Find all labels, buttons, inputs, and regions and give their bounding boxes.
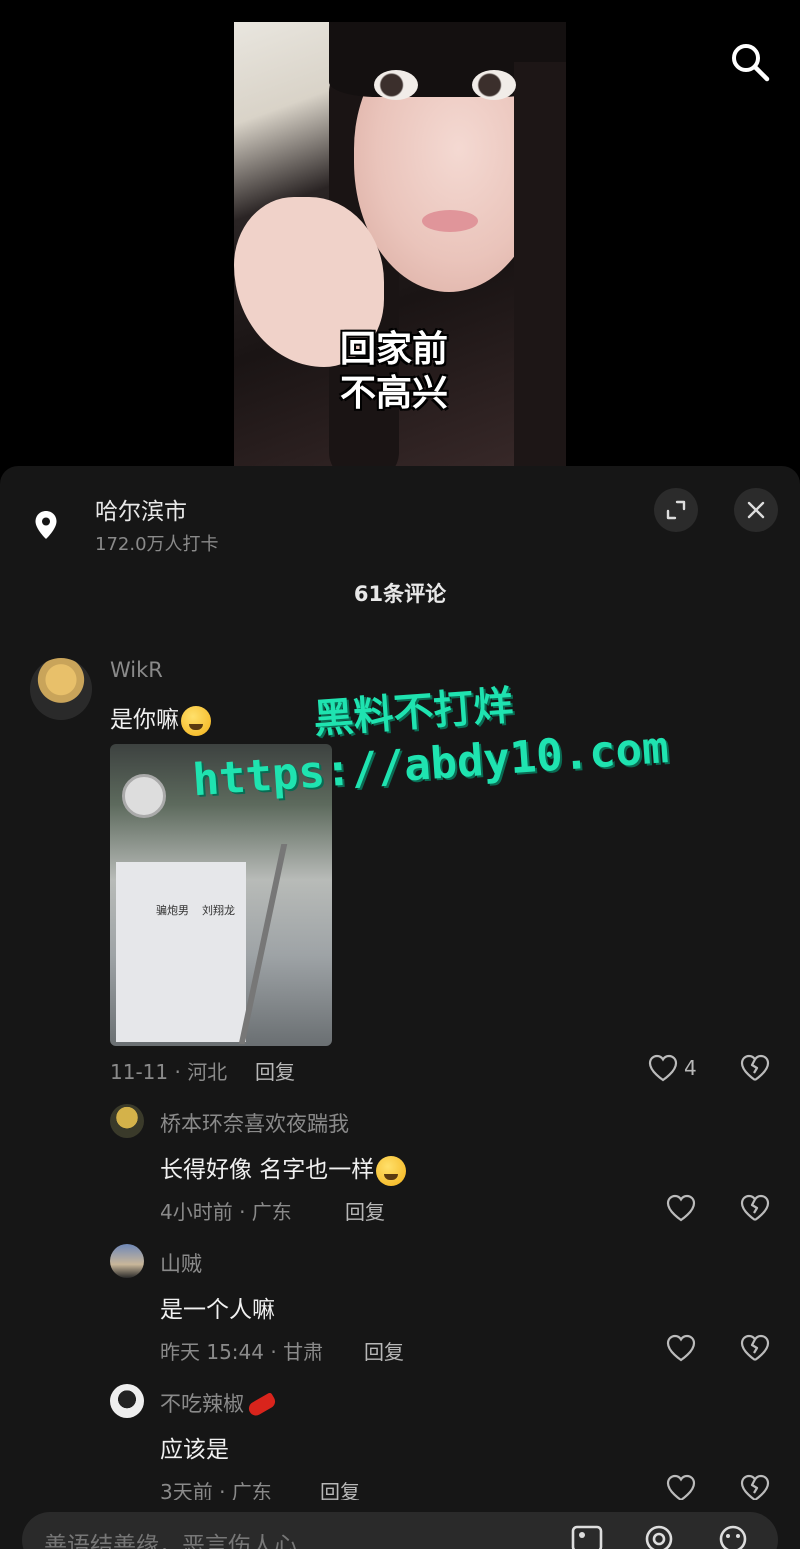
location-name[interactable]: 哈尔滨市	[95, 492, 187, 526]
laughing-emoji-icon	[376, 1155, 407, 1186]
video-frame[interactable]: 回家前 不高兴	[234, 22, 566, 470]
dislike-broken-heart-icon[interactable]	[740, 1194, 770, 1222]
reply-text: 是一个人嘛	[160, 1297, 275, 1323]
comment-text-content: 是你嘛	[110, 707, 179, 733]
close-icon	[747, 501, 765, 519]
reply-text-content: 长得好像 名字也一样	[160, 1157, 375, 1183]
comment-input-bar: 善语结善缘，恶言伤人心	[0, 1500, 800, 1549]
reply-username[interactable]: 桥本环奈喜欢夜踹我	[160, 1108, 349, 1138]
poster-shape: 骗炮男 刘翔龙	[116, 862, 246, 1042]
comment-count: 61条评论	[353, 582, 447, 606]
video-lips	[422, 210, 478, 232]
expand-icon	[666, 500, 686, 520]
like-heart-icon[interactable]	[666, 1474, 696, 1502]
comment-input[interactable]: 善语结善缘，恶言伤人心	[22, 1512, 778, 1549]
dislike-broken-heart-icon[interactable]	[740, 1474, 770, 1502]
reply-username[interactable]: 山贼	[160, 1248, 202, 1278]
like-heart-icon[interactable]	[648, 1054, 678, 1082]
avatar[interactable]	[30, 658, 92, 720]
reply-meta: 4小时前 · 广东	[160, 1200, 292, 1224]
reply-username-text: 不吃辣椒	[160, 1392, 244, 1416]
expand-button[interactable]	[654, 488, 698, 532]
video-caption: 回家前 不高兴	[294, 328, 494, 416]
emoji-picker-icon[interactable]	[716, 1524, 750, 1549]
comment-input-placeholder: 善语结善缘，恶言伤人心	[44, 1533, 297, 1549]
reply-username[interactable]: 不吃辣椒	[160, 1388, 278, 1419]
reply-text: 长得好像 名字也一样	[160, 1150, 407, 1186]
rail-shape	[238, 844, 288, 1044]
image-label: 刘翔龙	[202, 904, 235, 917]
comment-meta: 11-11 · 河北	[110, 1060, 228, 1084]
close-button[interactable]	[734, 488, 778, 532]
avatar[interactable]	[110, 1104, 144, 1138]
video-eye-left	[374, 70, 418, 100]
location-pin-icon	[34, 510, 58, 540]
like-count: 4	[684, 1056, 697, 1080]
reply-meta: 昨天 15:44 · 甘肃	[160, 1340, 324, 1364]
megaphone-shape	[122, 774, 166, 818]
avatar[interactable]	[110, 1384, 144, 1418]
search-icon[interactable]	[726, 38, 774, 86]
reply-text: 应该是	[160, 1437, 229, 1463]
dislike-broken-heart-icon[interactable]	[740, 1054, 770, 1082]
avatar[interactable]	[110, 1244, 144, 1278]
reply-button[interactable]: 回复	[364, 1336, 404, 1365]
like-heart-icon[interactable]	[666, 1334, 696, 1362]
image-label: 骗炮男	[156, 904, 189, 917]
video-hair-right	[514, 62, 566, 470]
comment-username[interactable]: WikR	[110, 658, 163, 682]
image-icon[interactable]	[570, 1524, 604, 1549]
mention-icon[interactable]	[642, 1524, 676, 1549]
video-caption-line1: 回家前	[339, 329, 448, 370]
video-eye-right	[472, 70, 516, 100]
chili-emoji-icon	[246, 1391, 278, 1419]
like-heart-icon[interactable]	[666, 1194, 696, 1222]
location-checkins: 172.0万人打卡	[95, 534, 219, 555]
reply-button[interactable]: 回复	[345, 1196, 385, 1225]
dislike-broken-heart-icon[interactable]	[740, 1334, 770, 1362]
reply-button[interactable]: 回复	[255, 1056, 295, 1085]
video-player[interactable]: 回家前 不高兴	[0, 0, 800, 470]
video-caption-line2: 不高兴	[339, 373, 448, 414]
watermark: 黑料不打烊 https://abdy10.com	[187, 661, 694, 806]
comment-sheet: 哈尔滨市 172.0万人打卡 61条评论 WikR 是你嘛 骗炮男 刘翔龙 11…	[0, 466, 800, 1549]
